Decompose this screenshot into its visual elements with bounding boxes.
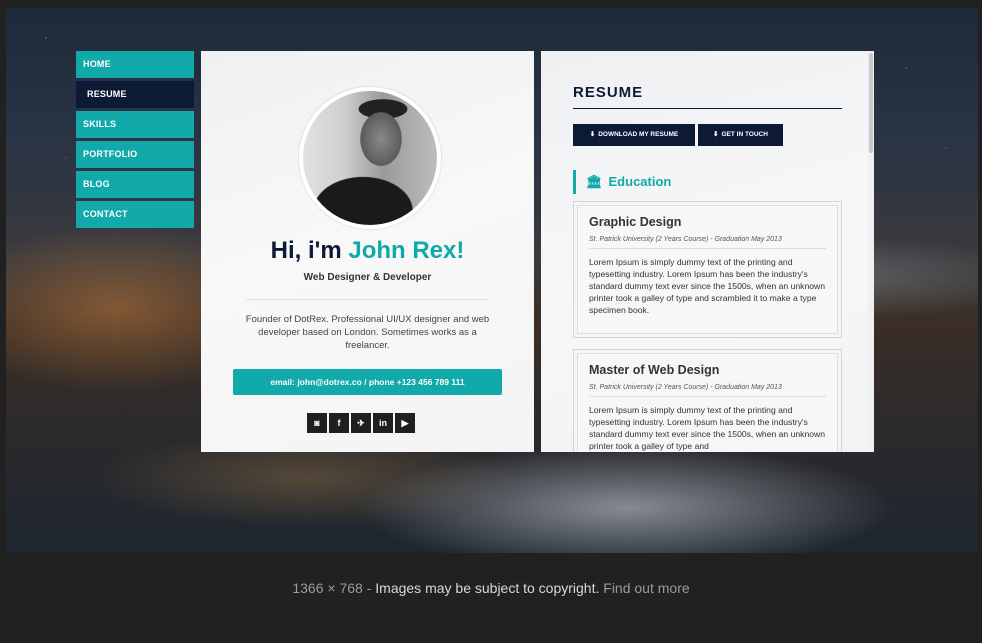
screenshot-image[interactable]: HOME RESUME SKILLS PORTFOLIO BLOG CONTAC… bbox=[6, 8, 978, 553]
resume-title-rule bbox=[573, 108, 842, 109]
resume-title: RESUME bbox=[573, 84, 644, 101]
profile-role: Web Designer & Developer bbox=[303, 272, 432, 283]
divider bbox=[246, 299, 489, 300]
twitter-icon[interactable]: ✈ bbox=[351, 413, 371, 433]
copyright-notice: Images may be subject to copyright. bbox=[375, 580, 600, 596]
avatar bbox=[299, 87, 441, 229]
resume-scrollbar[interactable] bbox=[868, 51, 874, 452]
nav-item-portfolio[interactable]: PORTFOLIO bbox=[76, 141, 194, 168]
image-caption: 1366 × 768 - Images may be subject to co… bbox=[0, 580, 982, 596]
social-links: ◙ f ✈ in ▶ bbox=[307, 413, 417, 433]
profile-card: Hi, i'm John Rex! Web Designer & Develop… bbox=[201, 51, 534, 452]
download-icon: ⬇ bbox=[589, 131, 596, 138]
entry-title: Graphic Design bbox=[589, 215, 682, 229]
education-heading: 🏛 Education bbox=[573, 170, 671, 194]
education-label: Education bbox=[608, 174, 672, 189]
download-resume-label: DOWNLOAD MY RESUME bbox=[598, 131, 679, 138]
entry-title: Master of Web Design bbox=[589, 363, 720, 377]
profile-name: John Rex! bbox=[348, 237, 465, 264]
instagram-icon[interactable]: ◙ bbox=[307, 413, 327, 433]
education-entry: Master of Web Design St. Patrick Univers… bbox=[573, 349, 842, 452]
entry-meta: St. Patrick University (2 Years Course) … bbox=[589, 384, 826, 397]
download-resume-button[interactable]: ⬇ DOWNLOAD MY RESUME bbox=[573, 124, 695, 146]
main-nav: HOME RESUME SKILLS PORTFOLIO BLOG CONTAC… bbox=[76, 51, 194, 231]
resume-card: RESUME ⬇ DOWNLOAD MY RESUME ⬇ GET IN TOUCH… bbox=[541, 51, 874, 452]
nav-item-contact[interactable]: CONTACT bbox=[76, 201, 194, 228]
facebook-icon[interactable]: f bbox=[329, 413, 349, 433]
education-entry: Graphic Design St. Patrick University (2… bbox=[573, 201, 842, 338]
nav-item-resume[interactable]: RESUME bbox=[76, 81, 194, 108]
youtube-icon[interactable]: ▶ bbox=[395, 413, 415, 433]
caption-separator: - bbox=[362, 580, 376, 596]
get-in-touch-label: GET IN TOUCH bbox=[721, 131, 768, 138]
nav-item-blog[interactable]: BLOG bbox=[76, 171, 194, 198]
bank-icon: 🏛 bbox=[586, 174, 603, 189]
entry-meta: St. Patrick University (2 Years Course) … bbox=[589, 236, 826, 249]
find-out-more-link[interactable]: Find out more bbox=[603, 580, 689, 596]
scrollbar-thumb[interactable] bbox=[869, 53, 873, 153]
profile-bio: Founder of DotRex. Professional UI/UX de… bbox=[245, 314, 490, 351]
contact-button[interactable]: email: john@dotrex.co / phone +123 456 7… bbox=[233, 369, 502, 395]
linkedin-icon[interactable]: in bbox=[373, 413, 393, 433]
image-dimensions: 1366 × 768 bbox=[292, 580, 363, 596]
download-icon: ⬇ bbox=[713, 131, 719, 138]
greeting-text: Hi, i'm bbox=[270, 237, 349, 264]
nav-item-skills[interactable]: SKILLS bbox=[76, 111, 194, 138]
nav-item-home[interactable]: HOME bbox=[76, 51, 194, 78]
entry-body: Lorem Ipsum is simply dummy text of the … bbox=[589, 405, 825, 451]
entry-body: Lorem Ipsum is simply dummy text of the … bbox=[589, 257, 825, 315]
profile-heading: Hi, i'm John Rex! bbox=[201, 237, 534, 265]
get-in-touch-button[interactable]: ⬇ GET IN TOUCH bbox=[698, 124, 783, 146]
image-viewer: HOME RESUME SKILLS PORTFOLIO BLOG CONTAC… bbox=[0, 0, 982, 643]
